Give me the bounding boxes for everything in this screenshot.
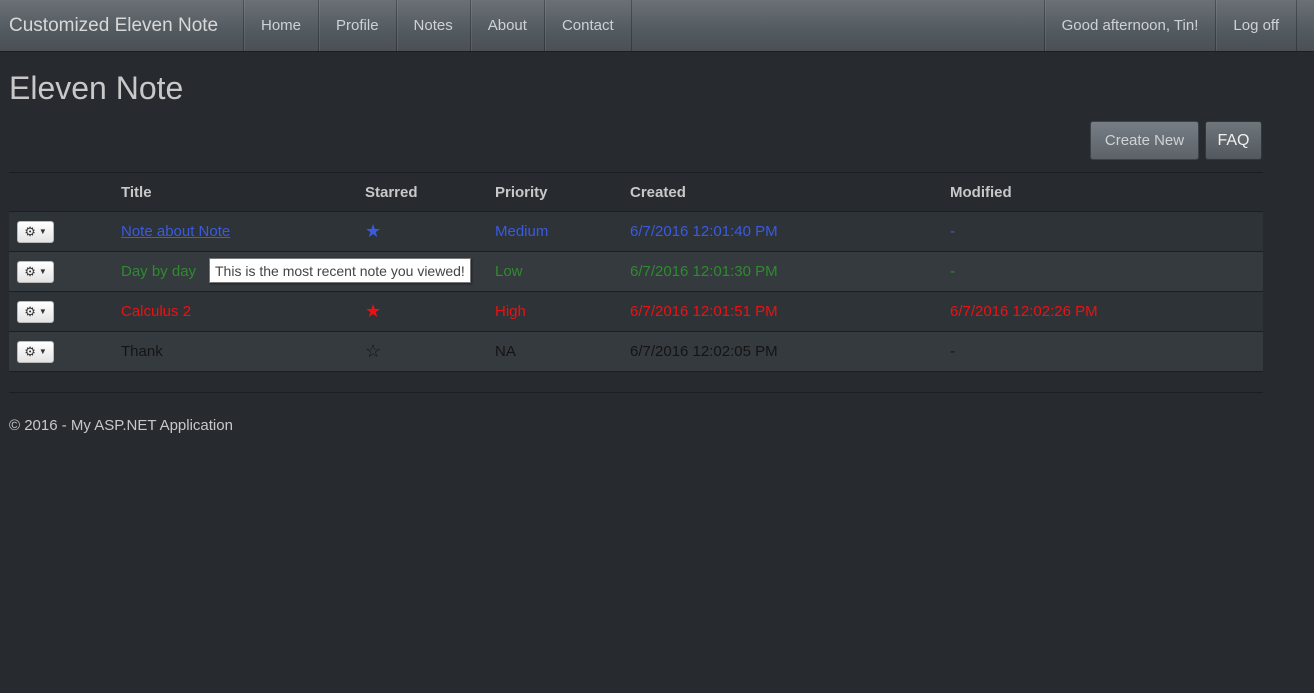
row-actions-dropdown[interactable]: ⚙ ▼ <box>17 300 54 323</box>
note-title-link[interactable]: Note about Note <box>121 223 230 240</box>
gear-icon: ⚙ <box>24 223 36 239</box>
caret-down-icon: ▼ <box>38 267 47 276</box>
modified-cell: - <box>950 331 1263 372</box>
recent-note-tooltip: This is the most recent note you viewed! <box>209 258 471 283</box>
priority-cell: Low <box>495 251 630 292</box>
actions-cell: ⚙ ▼ <box>9 291 121 332</box>
header-modified: Modified <box>950 172 1263 212</box>
table-row: ⚙ ▼ Thank ☆ NA 6/7/2016 12:02:05 PM - <box>9 331 1263 372</box>
table-row: ⚙ ▼ Note about Note ★ Medium 6/7/2016 12:… <box>9 211 1263 252</box>
row-actions-dropdown[interactable]: ⚙ ▼ <box>17 340 54 363</box>
star-icon: ★ <box>365 211 495 252</box>
modified-cell: - <box>950 251 1263 292</box>
modified-cell: 6/7/2016 12:02:26 PM <box>950 291 1263 332</box>
nav-about[interactable]: About <box>469 0 544 51</box>
gear-icon: ⚙ <box>24 263 36 279</box>
created-cell: 6/7/2016 12:01:40 PM <box>630 211 950 252</box>
actions-cell: ⚙ ▼ <box>9 211 121 252</box>
header-priority: Priority <box>495 172 630 212</box>
navbar: Customized Eleven Note Home Profile Note… <box>0 0 1314 52</box>
gear-icon: ⚙ <box>24 303 36 319</box>
star-icon: ★ <box>365 291 495 332</box>
nav-notes[interactable]: Notes <box>395 0 470 51</box>
priority-cell: NA <box>495 331 630 372</box>
priority-cell: High <box>495 291 630 332</box>
table-row: ⚙ ▼ Calculus 2 ★ High 6/7/2016 12:01:51 P… <box>9 291 1263 332</box>
footer-divider <box>9 392 1263 393</box>
nav-profile[interactable]: Profile <box>318 0 396 51</box>
logoff-link[interactable]: Log off <box>1215 0 1297 51</box>
header-created: Created <box>630 172 950 212</box>
nav-list: Home Profile Notes About Contact <box>243 0 632 51</box>
header-actions <box>9 172 121 212</box>
title-cell: Thank <box>121 331 365 372</box>
created-cell: 6/7/2016 12:02:05 PM <box>630 331 950 372</box>
actions-cell: ⚙ ▼ <box>9 251 121 292</box>
footer-text: © 2016 - My ASP.NET Application <box>9 417 233 434</box>
faq-button[interactable]: FAQ <box>1205 121 1262 160</box>
created-cell: 6/7/2016 12:01:51 PM <box>630 291 950 332</box>
title-cell: Note about Note <box>121 211 365 252</box>
note-title[interactable]: Thank <box>121 343 163 360</box>
row-actions-dropdown[interactable]: ⚙ ▼ <box>17 260 54 283</box>
priority-cell: Medium <box>495 211 630 252</box>
brand-link[interactable]: Customized Eleven Note <box>0 0 243 51</box>
caret-down-icon: ▼ <box>38 227 47 236</box>
greeting-link[interactable]: Good afternoon, Tin! <box>1043 0 1216 51</box>
page-title: Eleven Note <box>9 70 184 106</box>
gear-icon: ⚙ <box>24 343 36 359</box>
nav-contact[interactable]: Contact <box>543 0 632 51</box>
nav-home[interactable]: Home <box>243 0 318 51</box>
note-title[interactable]: Day by day <box>121 263 196 280</box>
caret-down-icon: ▼ <box>38 307 47 316</box>
row-actions-dropdown[interactable]: ⚙ ▼ <box>17 220 54 243</box>
create-new-button[interactable]: Create New <box>1090 121 1199 160</box>
created-cell: 6/7/2016 12:01:30 PM <box>630 251 950 292</box>
table-header-row: Title Starred Priority Created Modified <box>9 172 1263 212</box>
caret-down-icon: ▼ <box>38 347 47 356</box>
table-row: ⚙ ▼ Day by day Low 6/7/2016 12:01:30 PM - <box>9 251 1263 292</box>
notes-table: Title Starred Priority Created Modified … <box>9 172 1263 372</box>
note-title[interactable]: Calculus 2 <box>121 303 191 320</box>
header-title: Title <box>121 172 365 212</box>
nav-right: Good afternoon, Tin! Log off <box>1043 0 1297 51</box>
modified-cell: - <box>950 211 1263 252</box>
actions-cell: ⚙ ▼ <box>9 331 121 372</box>
star-outline-icon: ☆ <box>365 331 495 372</box>
header-starred: Starred <box>365 172 495 212</box>
title-cell: Calculus 2 <box>121 291 365 332</box>
